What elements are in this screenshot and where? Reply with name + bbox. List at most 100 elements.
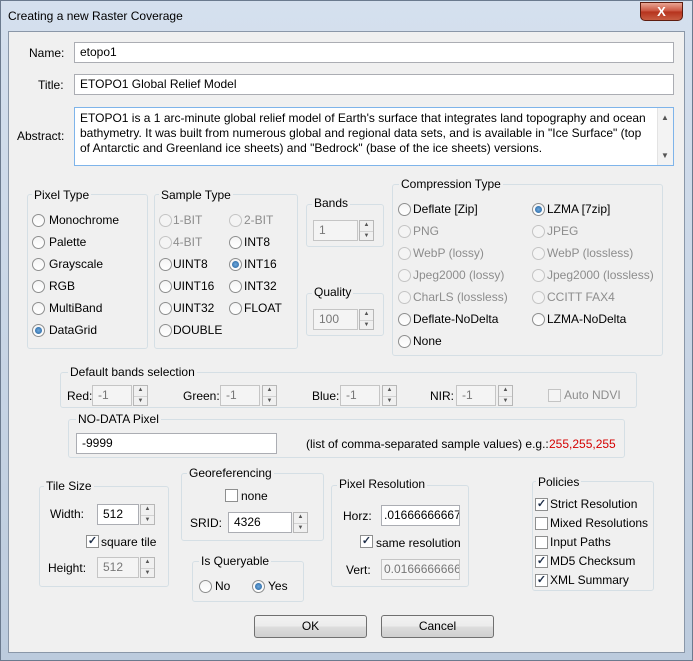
abstract-label: Abstract: <box>17 129 65 143</box>
ok-button[interactable]: OK <box>254 615 367 638</box>
radio-int16[interactable] <box>229 258 242 271</box>
radio-rgb[interactable] <box>32 280 45 293</box>
xml-summary-label: XML Summary <box>550 573 629 587</box>
radio-jpeg <box>532 225 545 238</box>
tile-size-title: Tile Size <box>44 479 94 493</box>
radio-datagrid[interactable] <box>32 324 45 337</box>
abstract-scrollbar[interactable]: ▲ ▼ <box>657 108 673 165</box>
policies-title: Policies <box>536 475 582 489</box>
height-label: Height: <box>48 561 87 575</box>
mixed-resolutions-checkbox[interactable] <box>535 517 548 530</box>
radio-multiband[interactable] <box>32 302 45 315</box>
scroll-down-icon[interactable]: ▼ <box>661 148 669 163</box>
radio-lzma-nodelta[interactable] <box>532 313 545 326</box>
quality-spinner: ▲ ▼ <box>359 309 374 330</box>
red-spinner: ▲ ▼ <box>133 385 148 406</box>
title-field[interactable]: ETOPO1 Global Relief Model <box>74 74 674 95</box>
radio-int8[interactable] <box>229 236 242 249</box>
radio-monochrome[interactable] <box>32 214 45 227</box>
pixel-resolution-title: Pixel Resolution <box>337 477 428 491</box>
nodata-field[interactable]: -9999 <box>76 433 277 454</box>
label-4bit: 4-BIT <box>173 235 203 249</box>
quality-field: 100 <box>313 309 358 330</box>
title-bar[interactable]: Creating a new Raster Coverage X <box>1 1 692 32</box>
blue-field: -1 <box>340 385 380 406</box>
radio-jpeg2000-lossy <box>398 269 411 282</box>
xml-summary-checkbox[interactable]: ✓ <box>535 574 548 587</box>
cancel-button[interactable]: Cancel <box>381 615 494 638</box>
tile-width-field[interactable]: 512 <box>97 504 139 525</box>
label-jpeg2000-lossy: Jpeg2000 (lossy) <box>413 268 505 282</box>
srid-spinner[interactable]: ▲ ▼ <box>293 512 308 533</box>
radio-palette[interactable] <box>32 236 45 249</box>
georef-none-label: none <box>241 489 268 503</box>
radio-uint16[interactable] <box>159 280 172 293</box>
label-monochrome: Monochrome <box>49 213 120 227</box>
same-resolution-checkbox[interactable]: ✓ <box>360 535 373 548</box>
label-webp-lossy: WebP (lossy) <box>413 246 484 260</box>
label-ccitt: CCITT FAX4 <box>547 290 615 304</box>
label-uint8: UINT8 <box>173 257 208 271</box>
horz-label: Horz: <box>343 509 372 523</box>
nir-field: -1 <box>456 385 496 406</box>
radio-queryable-no[interactable] <box>199 580 212 593</box>
scroll-up-icon[interactable]: ▲ <box>661 110 669 125</box>
label-double: DOUBLE <box>173 323 223 337</box>
compression-title: Compression Type <box>399 177 503 191</box>
radio-webp-lossless <box>532 247 545 260</box>
radio-float[interactable] <box>229 302 242 315</box>
md5-checksum-label: MD5 Checksum <box>550 554 636 568</box>
label-webp-lossless: WebP (lossless) <box>547 246 634 260</box>
label-int16: INT16 <box>244 257 277 271</box>
label-charls: CharLS (lossless) <box>413 290 508 304</box>
georef-none-checkbox[interactable] <box>225 489 238 502</box>
radio-webp-lossy <box>398 247 411 260</box>
radio-1bit <box>159 214 172 227</box>
label-palette: Palette <box>49 235 87 249</box>
bands-spinner: ▲ ▼ <box>359 220 374 241</box>
radio-double[interactable] <box>159 324 172 337</box>
sample-type-title: Sample Type <box>159 188 233 202</box>
radio-4bit <box>159 236 172 249</box>
label-grayscale: Grayscale <box>49 257 104 271</box>
mixed-resolutions-label: Mixed Resolutions <box>550 516 649 530</box>
radio-uint8[interactable] <box>159 258 172 271</box>
label-datagrid: DataGrid <box>49 323 98 337</box>
input-paths-checkbox[interactable] <box>535 536 548 549</box>
radio-2bit <box>229 214 242 227</box>
tile-width-spinner[interactable]: ▲ ▼ <box>140 504 155 525</box>
square-tile-label: square tile <box>101 535 157 549</box>
name-field[interactable]: etopo1 <box>74 42 674 63</box>
close-button[interactable]: X <box>640 2 683 21</box>
auto-ndvi-checkbox <box>548 389 561 402</box>
label-1bit: 1-BIT <box>173 213 203 227</box>
bands-title: Bands <box>312 196 351 210</box>
radio-none[interactable] <box>398 335 411 348</box>
radio-uint32[interactable] <box>159 302 172 315</box>
label-uint16: UINT16 <box>173 279 215 293</box>
srid-field[interactable]: 4326 <box>228 512 292 533</box>
bands-field: 1 <box>313 220 358 241</box>
horz-field[interactable]: .01666666667 <box>381 505 460 526</box>
width-label: Width: <box>50 507 85 521</box>
green-label: Green: <box>183 389 220 403</box>
label-jpeg2000-lossless: Jpeg2000 (lossless) <box>547 268 654 282</box>
radio-grayscale[interactable] <box>32 258 45 271</box>
abstract-field[interactable]: ETOPO1 is a 1 arc-minute global relief m… <box>74 107 674 166</box>
title-label: Title: <box>38 78 64 92</box>
blue-spinner: ▲ ▼ <box>382 385 397 406</box>
strict-resolution-checkbox[interactable]: ✓ <box>535 498 548 511</box>
nodata-title: NO-DATA Pixel <box>76 412 161 426</box>
radio-deflate-nodelta[interactable] <box>398 313 411 326</box>
tile-height-field: 512 <box>97 557 139 578</box>
radio-lzma[interactable] <box>532 203 545 216</box>
square-tile-checkbox[interactable]: ✓ <box>86 535 99 548</box>
label-int8: INT8 <box>244 235 271 249</box>
pixel-type-title: Pixel Type <box>32 188 92 202</box>
radio-deflate[interactable] <box>398 203 411 216</box>
default-bands-title: Default bands selection <box>68 365 197 379</box>
radio-int32[interactable] <box>229 280 242 293</box>
radio-queryable-yes[interactable] <box>252 580 265 593</box>
md5-checksum-checkbox[interactable]: ✓ <box>535 555 548 568</box>
radio-jpeg2000-lossless <box>532 269 545 282</box>
